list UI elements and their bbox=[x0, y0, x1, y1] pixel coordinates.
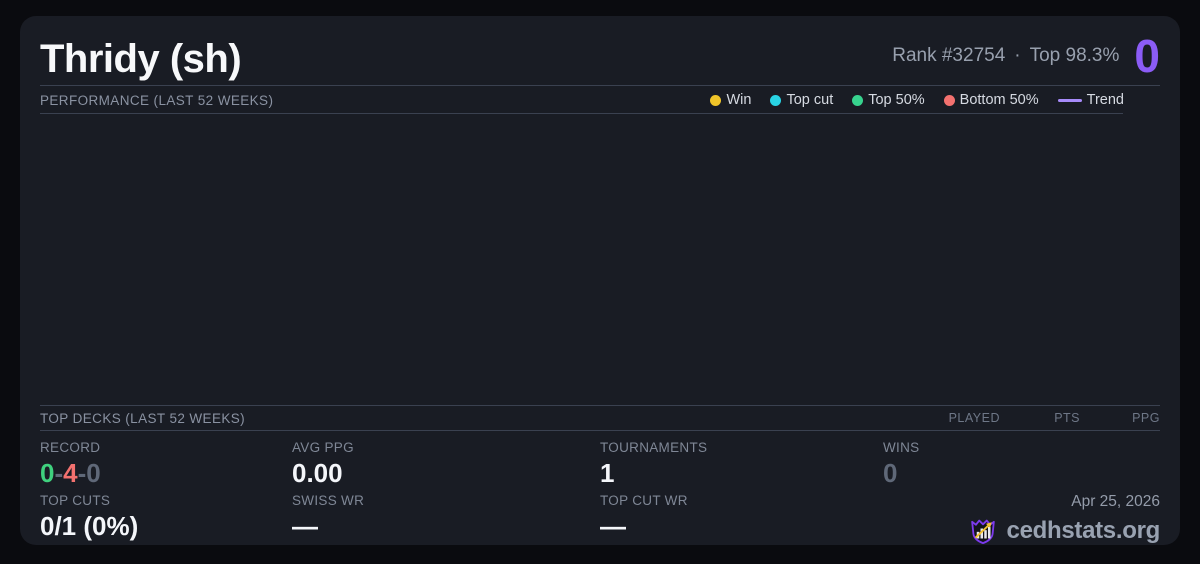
player-stats-card: Thridy (sh) Rank #32754 · Top 98.3% 0 PE… bbox=[20, 16, 1180, 545]
stat-top-cut-wr: TOP CUT WR — bbox=[600, 493, 883, 546]
wins-value: 0 bbox=[883, 459, 1160, 488]
stat-label: RECORD bbox=[40, 440, 292, 455]
dot-separator: · bbox=[1014, 45, 1020, 67]
trend-line-icon bbox=[1058, 99, 1082, 102]
card-header: Thridy (sh) Rank #32754 · Top 98.3% 0 bbox=[40, 16, 1160, 86]
stat-label: TOP CUT WR bbox=[600, 493, 883, 508]
footer: Apr 25, 2026 cedhstats.org bbox=[883, 493, 1160, 546]
stat-label: AVG PPG bbox=[292, 440, 600, 455]
date-label: Apr 25, 2026 bbox=[1071, 493, 1160, 511]
brand-link[interactable]: cedhstats.org bbox=[968, 516, 1160, 546]
tournaments-value: 1 bbox=[600, 459, 883, 488]
chart-legend: Win Top cut Top 50% Bottom 50% Trend bbox=[710, 92, 1160, 108]
stat-wins: WINS 0 bbox=[883, 440, 1160, 488]
win-dot-icon bbox=[710, 95, 721, 106]
stat-label: TOURNAMENTS bbox=[600, 440, 883, 455]
stat-label: WINS bbox=[883, 440, 1160, 455]
stat-swiss-wr: SWISS WR — bbox=[292, 493, 600, 546]
rank-text: Rank #32754 · Top 98.3% bbox=[892, 45, 1119, 67]
page-title: Thridy (sh) bbox=[40, 38, 241, 80]
stat-tournaments: TOURNAMENTS 1 bbox=[600, 440, 883, 488]
top-percent-label: Top 98.3% bbox=[1030, 45, 1120, 67]
legend-label: Top 50% bbox=[868, 92, 924, 108]
legend-label: Bottom 50% bbox=[960, 92, 1039, 108]
brand-text: cedhstats.org bbox=[1007, 517, 1160, 545]
bottom50-dot-icon bbox=[944, 95, 955, 106]
stat-label: TOP CUTS bbox=[40, 493, 292, 508]
column-header-pts: PTS bbox=[1000, 411, 1080, 425]
top-cuts-value: 0/1 (0%) bbox=[40, 512, 292, 541]
column-header-played: PLAYED bbox=[920, 411, 1000, 425]
record-value: 0-4-0 bbox=[40, 459, 292, 488]
stat-label: SWISS WR bbox=[292, 493, 600, 508]
performance-header-row: PERFORMANCE (LAST 52 WEEKS) Win Top cut … bbox=[40, 86, 1160, 114]
swiss-wr-value: — bbox=[292, 512, 600, 541]
stat-top-cuts: TOP CUTS 0/1 (0%) bbox=[40, 493, 292, 546]
record-losses: 4 bbox=[63, 458, 77, 488]
legend-item-win: Win bbox=[710, 92, 751, 108]
rank-label: Rank #32754 bbox=[892, 45, 1005, 67]
performance-section-title: PERFORMANCE (LAST 52 WEEKS) bbox=[40, 93, 273, 108]
avg-ppg-value: 0.00 bbox=[292, 459, 600, 488]
record-wins: 0 bbox=[40, 458, 54, 488]
legend-label: Trend bbox=[1087, 92, 1124, 108]
rank-area: Rank #32754 · Top 98.3% 0 bbox=[892, 37, 1160, 80]
top-decks-header-row: TOP DECKS (LAST 52 WEEKS) PLAYED PTS PPG bbox=[40, 406, 1160, 431]
column-header-ppg: PPG bbox=[1080, 411, 1160, 425]
top-decks-columns: PLAYED PTS PPG bbox=[920, 411, 1160, 425]
stats-grid: RECORD 0-4-0 AVG PPG 0.00 TOURNAMENTS 1 … bbox=[40, 431, 1160, 551]
top50-dot-icon bbox=[852, 95, 863, 106]
headline-stat: 0 bbox=[1134, 37, 1160, 76]
top-cut-dot-icon bbox=[770, 95, 781, 106]
legend-label: Top cut bbox=[786, 92, 833, 108]
record-draws: 0 bbox=[86, 458, 100, 488]
legend-item-trend: Trend bbox=[1058, 92, 1124, 108]
stat-avg-ppg: AVG PPG 0.00 bbox=[292, 440, 600, 488]
stat-record: RECORD 0-4-0 bbox=[40, 440, 292, 488]
legend-item-bottom50: Bottom 50% bbox=[944, 92, 1039, 108]
performance-chart bbox=[40, 114, 1160, 406]
legend-item-top-cut: Top cut bbox=[770, 92, 833, 108]
legend-item-top50: Top 50% bbox=[852, 92, 924, 108]
cedhstats-logo-icon bbox=[968, 516, 998, 546]
top-cut-wr-value: — bbox=[600, 512, 883, 541]
top-decks-section-title: TOP DECKS (LAST 52 WEEKS) bbox=[40, 411, 245, 426]
legend-label: Win bbox=[726, 92, 751, 108]
